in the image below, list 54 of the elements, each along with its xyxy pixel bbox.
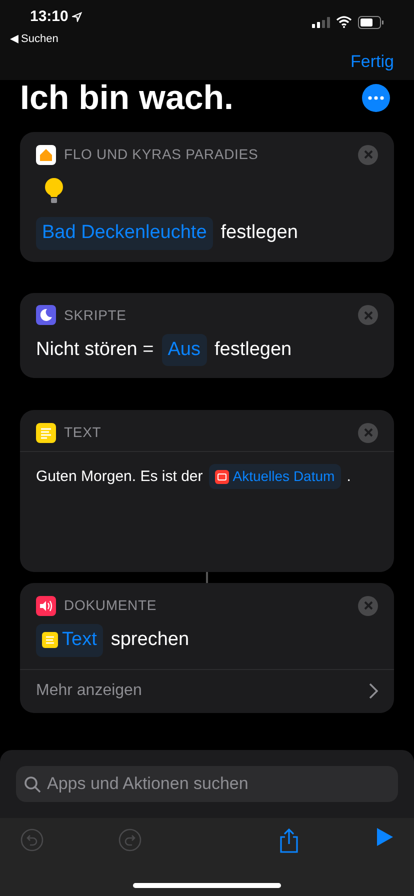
close-icon — [364, 428, 372, 437]
variable-token[interactable]: Aktuelles Datum — [208, 464, 341, 489]
show-more-row[interactable]: Mehr anzeigen — [20, 668, 394, 712]
close-icon — [364, 150, 372, 159]
action-card[interactable]: SKRIPTE Nicht stören = Aus festlegen — [20, 292, 394, 378]
text-lines-icon — [36, 422, 56, 442]
variable-token[interactable]: Text — [36, 624, 103, 656]
close-icon — [364, 310, 372, 320]
done-button[interactable]: Fertig — [350, 49, 394, 74]
play-icon — [376, 828, 394, 846]
close-button[interactable] — [358, 144, 378, 164]
location-arrow-icon — [72, 12, 82, 22]
house-icon — [36, 144, 56, 164]
chevron-right-icon — [369, 683, 378, 699]
shortcut-title: Ich bin wach. — [20, 78, 234, 118]
search-field[interactable]: Apps und Aktionen suchen — [16, 766, 398, 802]
show-more-label: Mehr anzeigen — [36, 681, 142, 701]
back-link[interactable]: ◀ Suchen — [10, 30, 82, 47]
wifi-icon — [336, 16, 352, 28]
app-label: FLO UND KYRAS PARADIES — [64, 145, 260, 164]
variable-token[interactable]: Bad Deckenleuchte — [36, 217, 213, 250]
lightbulb-icon — [44, 177, 64, 205]
redo-icon — [118, 828, 142, 852]
ellipsis-icon — [368, 96, 384, 100]
variable-token[interactable]: Aus — [162, 334, 206, 366]
undo-icon — [20, 828, 44, 852]
app-label: SKRIPTE — [64, 306, 128, 324]
action-text: Nicht stören = — [36, 338, 154, 362]
close-button[interactable] — [358, 596, 378, 616]
text-lines-icon — [42, 632, 58, 648]
signal-icon — [312, 16, 330, 28]
close-button[interactable] — [358, 305, 378, 325]
status-time: 13:10 — [30, 7, 68, 27]
action-text: festlegen — [214, 338, 292, 362]
action-text: festlegen — [220, 221, 298, 245]
more-options-button[interactable] — [362, 84, 390, 112]
action-card[interactable]: DOKUMENTE Text sprechen Mehr anzeigen — [20, 583, 394, 712]
action-card[interactable]: TEXT Guten Morgen. Es ist der Aktuelles Datum . — [20, 410, 394, 572]
share-button[interactable] — [278, 828, 300, 854]
close-icon — [364, 601, 372, 610]
calendar-icon — [214, 470, 229, 484]
speaker-icon — [36, 596, 56, 616]
app-label: TEXT — [64, 423, 102, 442]
close-button[interactable] — [358, 422, 378, 442]
text-content: Guten Morgen. Es ist der — [36, 467, 203, 487]
run-button[interactable] — [376, 828, 394, 846]
moon-icon — [36, 305, 56, 325]
text-content: . — [346, 467, 351, 487]
search-icon — [24, 776, 41, 793]
action-text: sprechen — [110, 628, 190, 652]
battery-icon — [358, 16, 384, 28]
app-label: DOKUMENTE — [64, 596, 158, 615]
share-icon — [278, 828, 300, 854]
action-card[interactable]: FLO UND KYRAS PARADIES Bad Deckenleuchte festlegen — [20, 132, 394, 262]
